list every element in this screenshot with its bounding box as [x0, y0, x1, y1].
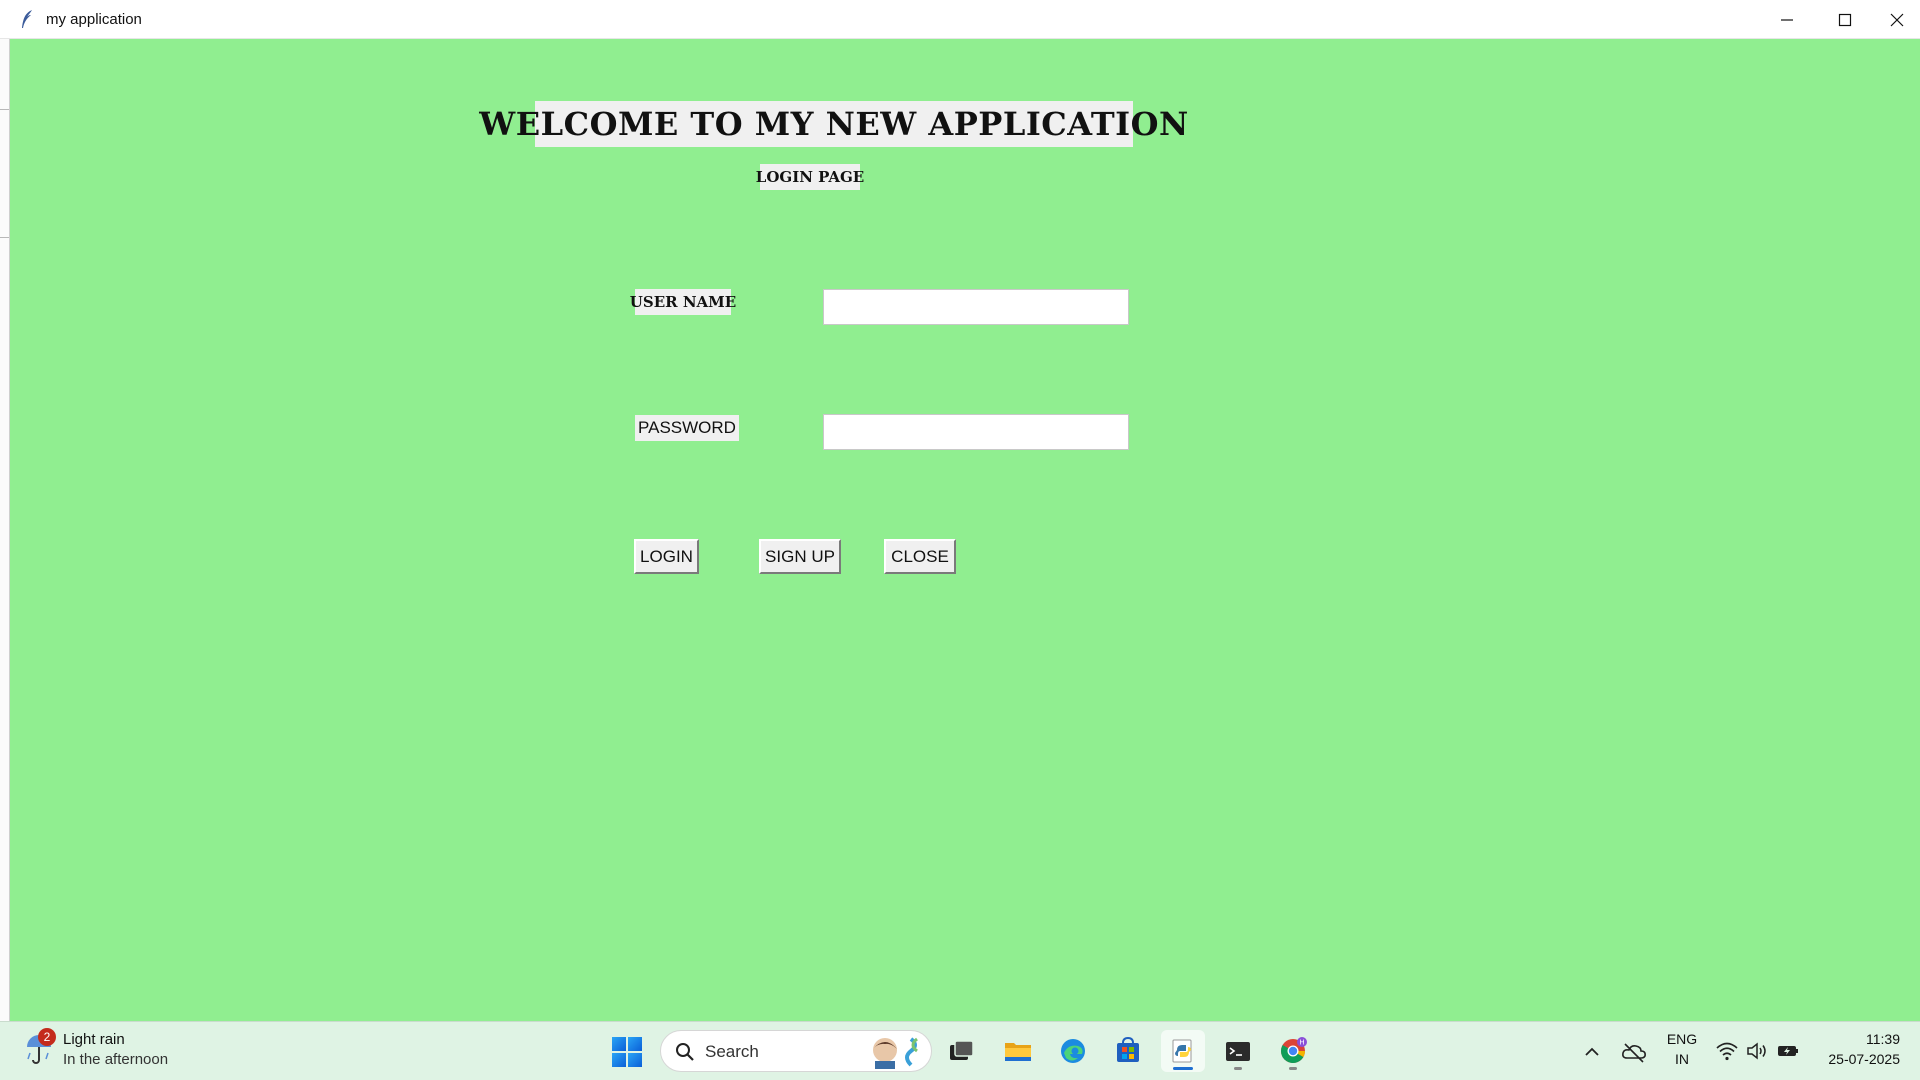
- onedrive-offline-icon[interactable]: [1620, 1038, 1648, 1066]
- edge-icon: [1061, 1039, 1085, 1063]
- close-icon: [1890, 13, 1904, 26]
- maximize-button[interactable]: [1816, 0, 1874, 39]
- edge-divider: [0, 237, 9, 238]
- login-button[interactable]: LOGIN: [634, 539, 699, 574]
- weather-subtitle: In the afternoon: [63, 1051, 169, 1068]
- login-page-label: LOGIN PAGE: [756, 164, 864, 190]
- maximize-icon: [1838, 13, 1852, 26]
- clock-time[interactable]: 11:39: [1810, 1031, 1900, 1047]
- file-explorer-icon: [1005, 1043, 1031, 1061]
- app-client-area: [10, 39, 1920, 1021]
- task-view-icon: [950, 1040, 974, 1060]
- show-hidden-icons-chevron-icon[interactable]: [1580, 1040, 1604, 1064]
- file-explorer-button[interactable]: [996, 1030, 1040, 1072]
- chrome-profile-badge: H: [1299, 1039, 1304, 1047]
- terminal-icon: [1226, 1042, 1250, 1061]
- python-idle-icon: [1172, 1039, 1192, 1063]
- store-button[interactable]: [1106, 1030, 1150, 1072]
- search-highlight-icon: [873, 1037, 918, 1069]
- wifi-icon[interactable]: [1715, 1039, 1739, 1063]
- windows-start-icon: [612, 1037, 642, 1067]
- notification-badge: 2: [38, 1028, 56, 1046]
- minimize-button[interactable]: [1758, 0, 1816, 39]
- running-indicator: [1234, 1067, 1242, 1070]
- task-view-button[interactable]: [939, 1030, 983, 1072]
- volume-icon[interactable]: [1745, 1039, 1769, 1063]
- taskbar-search[interactable]: Search: [660, 1030, 932, 1072]
- welcome-heading: WELCOME TO MY NEW APPLICATION: [479, 101, 1188, 147]
- search-placeholder: Search: [705, 1042, 759, 1061]
- password-label: PASSWORD: [635, 415, 739, 441]
- username-input[interactable]: [823, 289, 1129, 325]
- running-indicator: [1289, 1067, 1297, 1070]
- python-idle-button[interactable]: [1161, 1030, 1205, 1072]
- terminal-button[interactable]: [1216, 1030, 1260, 1072]
- background-window-edge: [0, 39, 10, 1021]
- active-indicator: [1173, 1067, 1193, 1070]
- weather-widget[interactable]: 2 Light rain In the afternoon: [16, 1024, 186, 1078]
- search-icon: [676, 1043, 694, 1061]
- close-window-button[interactable]: [1874, 0, 1920, 39]
- start-button[interactable]: [611, 1036, 643, 1068]
- clock-date[interactable]: 25-07-2025: [1810, 1051, 1900, 1067]
- battery-charging-icon[interactable]: [1776, 1039, 1800, 1063]
- chrome-icon: H: [1281, 1037, 1307, 1064]
- language-indicator[interactable]: ENG: [1664, 1031, 1700, 1047]
- signup-button[interactable]: SIGN UP: [759, 539, 841, 574]
- store-icon: [1117, 1036, 1139, 1062]
- taskbar: 2 Light rain In the afternoon Search H E…: [0, 1021, 1920, 1080]
- window-title: my application: [46, 11, 142, 28]
- password-input[interactable]: [823, 414, 1129, 450]
- app-feather-icon: [22, 10, 32, 28]
- username-label: USER NAME: [630, 289, 736, 315]
- language-region: IN: [1675, 1051, 1689, 1067]
- minimize-icon: [1781, 18, 1793, 21]
- edge-divider: [0, 109, 9, 110]
- edge-button[interactable]: [1051, 1030, 1095, 1072]
- title-bar: my application: [0, 0, 1920, 39]
- close-button[interactable]: CLOSE: [884, 539, 956, 574]
- weather-title: Light rain: [63, 1031, 125, 1048]
- chrome-button[interactable]: H: [1271, 1030, 1315, 1072]
